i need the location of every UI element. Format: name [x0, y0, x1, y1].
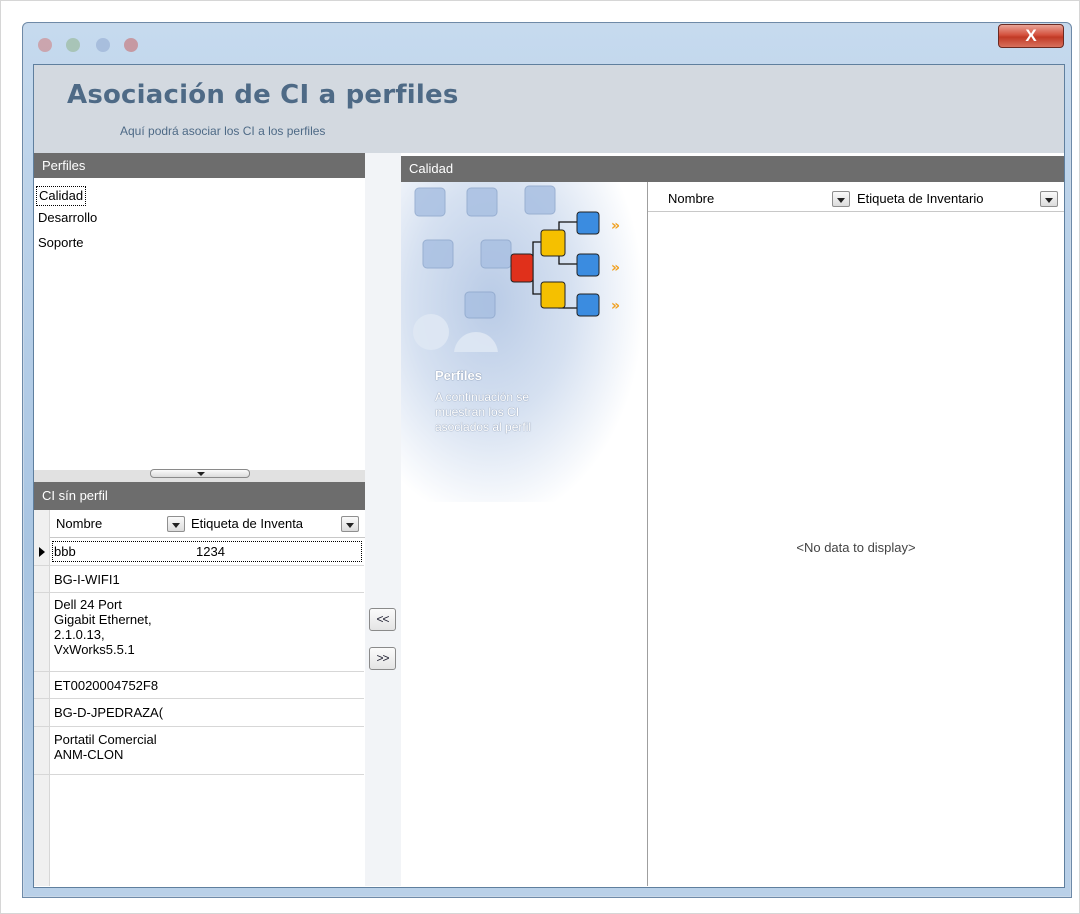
cell-name: ET0020004752F8 [54, 678, 159, 693]
svg-text:»: » [611, 260, 620, 276]
page-subtitle: Aquí podrá asociar los CI a los perfiles [120, 124, 326, 138]
page-title: Asociación de CI a perfiles [67, 80, 459, 110]
profiles-diagram-icon: » » » [413, 185, 620, 352]
table-row[interactable]: bbb 1234 [34, 538, 364, 566]
profile-item[interactable]: Soporte [36, 234, 86, 254]
titlebar-icon [96, 38, 110, 52]
row-indicator [34, 593, 50, 671]
empty-grid-message: <No data to display> [796, 540, 916, 555]
assigned-grid-header: Nombre Etiqueta de Inventario [648, 186, 1064, 212]
add-to-profile-button[interactable]: << [369, 608, 396, 631]
assigned-header: Calidad [401, 156, 1064, 182]
cell-tag: 1234 [196, 544, 225, 559]
row-indicator [34, 727, 50, 774]
splitter-collapse-button[interactable] [150, 469, 250, 478]
row-indicator [34, 672, 50, 698]
column-header-name[interactable]: Nombre [56, 510, 102, 538]
table-row[interactable]: BG-D-JPEDRAZA( [34, 699, 364, 727]
current-row-icon [39, 547, 45, 557]
titlebar-icon [66, 38, 80, 52]
column-filter-dropdown[interactable] [1040, 191, 1058, 207]
column-header-tag[interactable]: Etiqueta de Inventa [191, 510, 303, 538]
info-title: Perfiles [435, 368, 482, 383]
table-row[interactable]: BG-I-WIFI1 [34, 566, 364, 593]
cell-name: BG-D-JPEDRAZA( [54, 705, 164, 720]
remove-from-profile-button[interactable]: >> [369, 647, 396, 670]
cell-name: Portatil Comercial ANM-CLON [54, 732, 157, 762]
profiles-header: Perfiles [34, 153, 365, 178]
middle-gutter [365, 153, 401, 886]
profile-item[interactable]: Calidad [36, 186, 87, 206]
svg-text:»: » [611, 218, 620, 234]
titlebar-icon [124, 38, 138, 52]
row-indicator [34, 566, 50, 592]
unassigned-grid-header: Nombre Etiqueta de Inventa [34, 510, 365, 538]
row-indicator [34, 538, 50, 565]
column-header-tag[interactable]: Etiqueta de Inventario [857, 186, 983, 212]
close-button[interactable]: X [998, 24, 1064, 48]
column-filter-dropdown[interactable] [832, 191, 850, 207]
column-filter-dropdown[interactable] [167, 516, 185, 532]
svg-text:»: » [611, 298, 620, 314]
chevron-down-icon [197, 472, 205, 476]
table-row[interactable]: Portatil Comercial ANM-CLON [34, 727, 364, 775]
assigned-grid [647, 182, 1064, 886]
profile-item[interactable]: Desarrollo [36, 209, 99, 229]
column-filter-dropdown[interactable] [341, 516, 359, 532]
cell-name: Dell 24 Port Gigabit Ethernet, 2.1.0.13,… [54, 597, 152, 657]
column-header-name[interactable]: Nombre [668, 186, 714, 212]
table-row[interactable]: Dell 24 Port Gigabit Ethernet, 2.1.0.13,… [34, 593, 364, 672]
titlebar-icon [38, 38, 52, 52]
cell-name: BG-I-WIFI1 [54, 572, 120, 587]
table-row[interactable]: ET0020004752F8 [34, 672, 364, 699]
cell-name: bbb [54, 544, 76, 559]
unassigned-header: CI sín perfil [34, 482, 365, 510]
row-indicator [34, 699, 50, 726]
info-text: A continuación se muestran los CI asocia… [435, 390, 532, 434]
